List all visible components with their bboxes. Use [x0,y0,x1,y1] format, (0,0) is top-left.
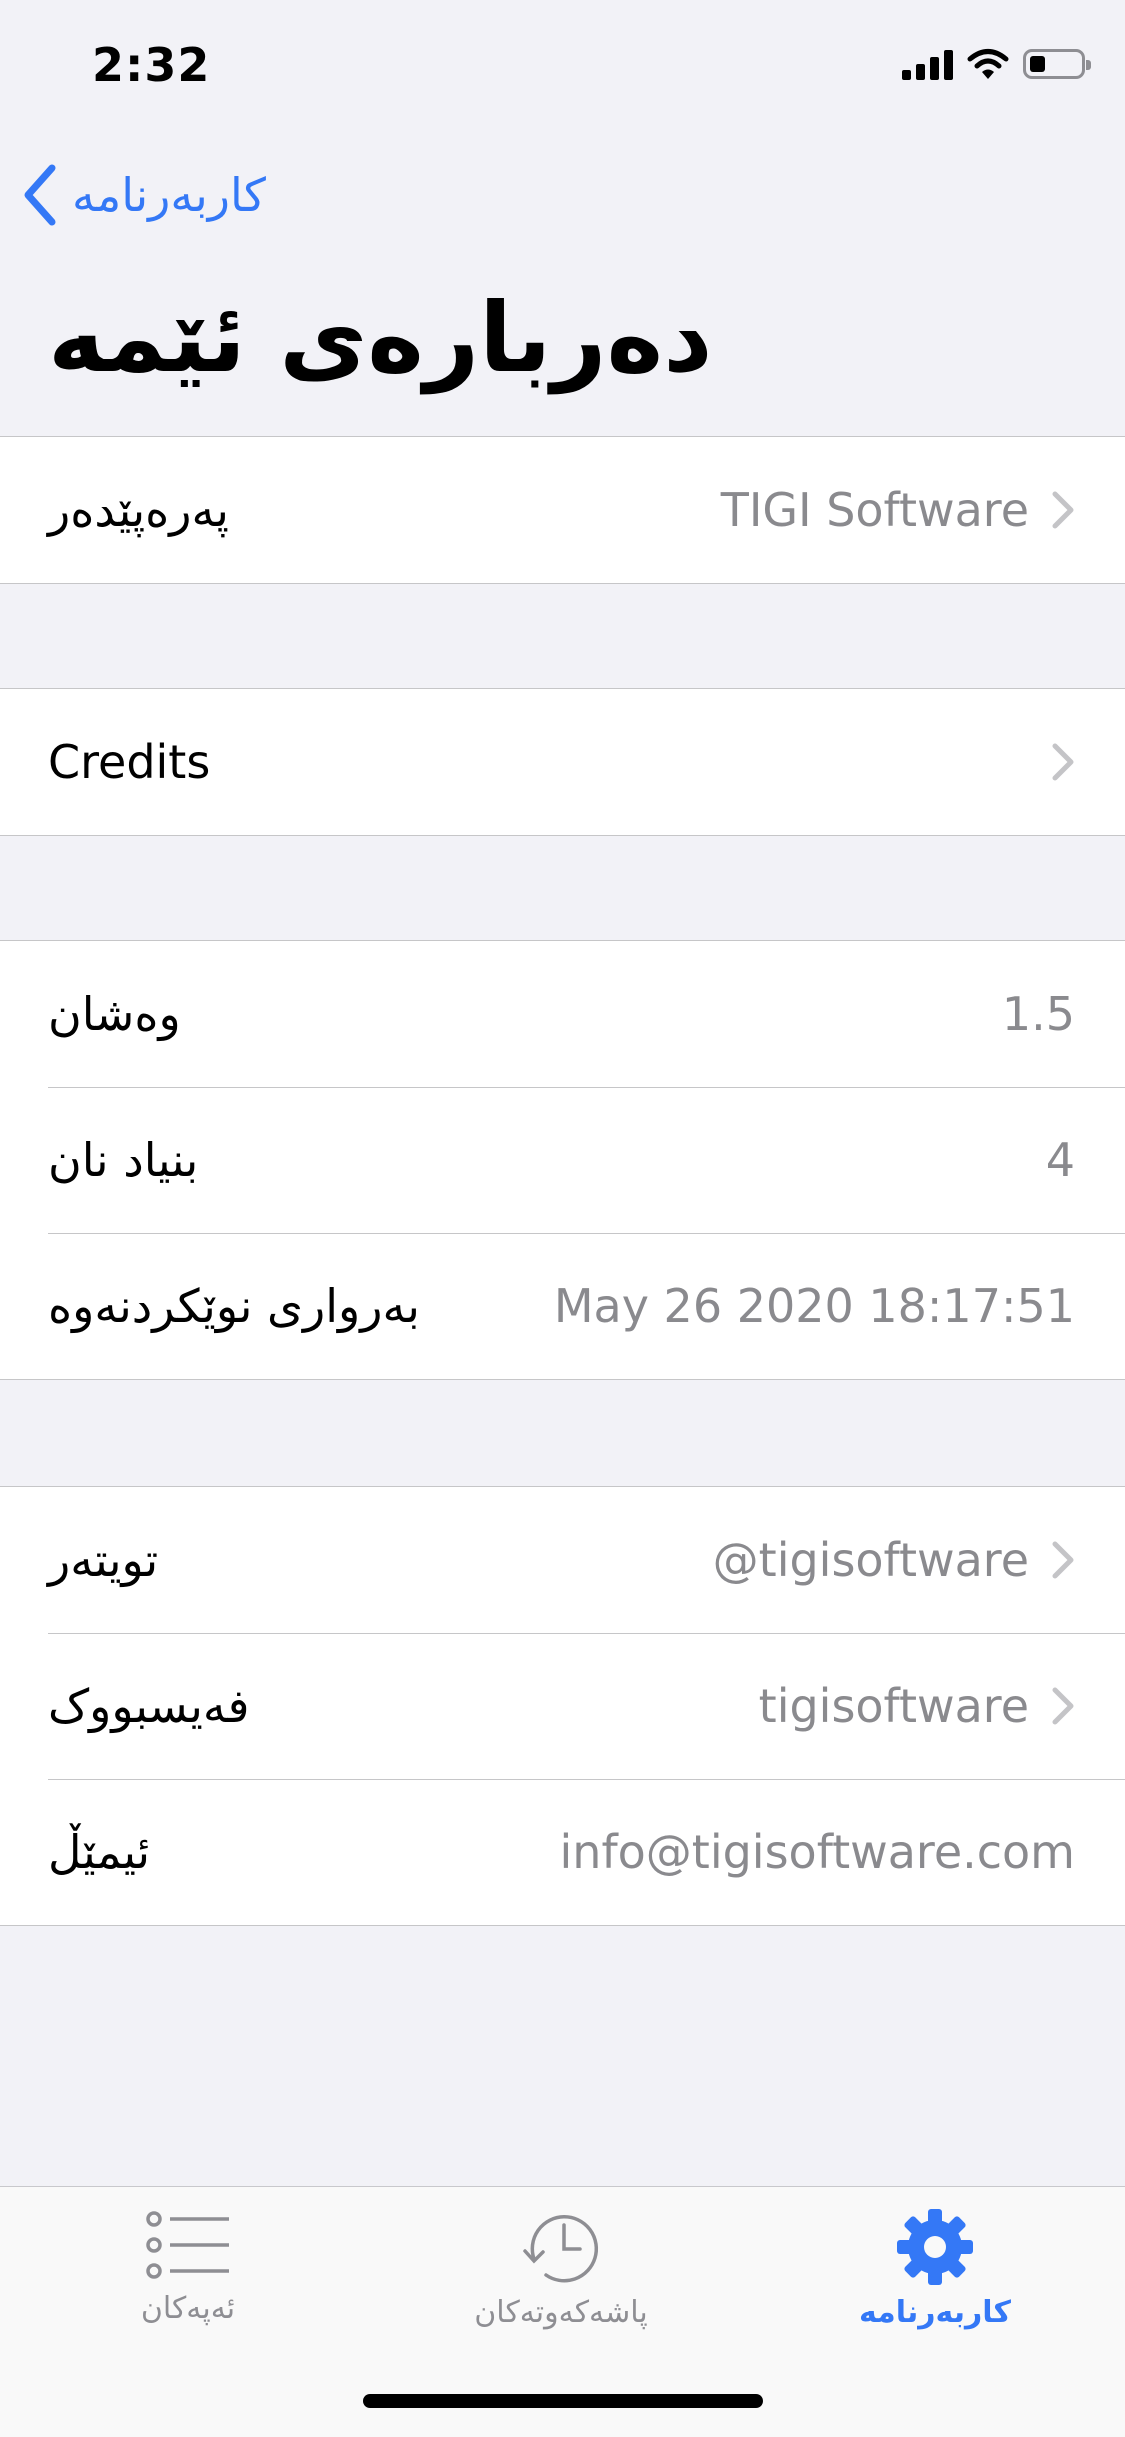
build-value: 4 [1045,1133,1075,1187]
tab-apps-label: ئەپەکان [140,2291,236,2326]
update-date-value: May 26 2020 18:17:51 [553,1279,1075,1333]
tab-saved-label: پاشەکەوتەکان [474,2295,648,2330]
update-date-label: بەرواری نوێکردنەوە [48,1279,420,1333]
developer-label: پەرەپێدەر [48,483,229,537]
version-row: وەشان 1.5 [0,941,1125,1087]
home-indicator [363,2394,763,2408]
history-icon [523,2215,599,2283]
build-row: بنیاد نان 4 [0,1087,1125,1233]
version-section: وەشان 1.5 بنیاد نان 4 بەرواری نوێکردنەوە… [0,940,1125,1380]
chevron-right-icon [1052,491,1074,529]
version-value: 1.5 [1001,987,1075,1041]
twitter-row[interactable]: تویتەر @tigisoftware [0,1487,1125,1633]
cellular-signal-icon [902,48,953,80]
tab-settings[interactable]: کاربەرنامە [785,2207,1085,2330]
facebook-row[interactable]: فەیسبووک tigisoftware [0,1633,1125,1779]
tab-apps[interactable]: ئەپەکان [38,2207,338,2326]
chevron-right-icon [1052,1541,1074,1579]
email-row[interactable]: ئیمێڵ info@tigisoftware.com [0,1779,1125,1925]
credits-label: Credits [48,735,211,789]
twitter-value: @tigisoftware [712,1533,1029,1587]
build-label: بنیاد نان [48,1133,199,1187]
facebook-value: tigisoftware [758,1679,1029,1733]
email-label: ئیمێڵ [48,1825,150,1879]
chevron-right-icon [1052,1687,1074,1725]
back-button[interactable]: کاربەرنامە [22,160,266,230]
list-icon [146,2211,229,2279]
twitter-label: تویتەر [48,1533,159,1587]
page-title: دەربارەی ئێمە [48,282,713,394]
developer-section: پەرەپێدەر TIGI Software [0,436,1125,584]
chevron-left-icon [24,164,56,226]
email-value: info@tigisoftware.com [559,1825,1075,1879]
developer-value: TIGI Software [720,483,1029,537]
facebook-label: فەیسبووک [48,1679,250,1733]
tab-settings-label: کاربەرنامە [858,2295,1011,2330]
update-date-row: بەرواری نوێکردنەوە May 26 2020 18:17:51 [0,1233,1125,1379]
contact-section: تویتەر @tigisoftware فەیسبووک tigisoftwa… [0,1486,1125,1926]
version-label: وەشان [48,987,181,1041]
developer-row[interactable]: پەرەپێدەر TIGI Software [0,437,1125,583]
battery-icon [1023,49,1091,79]
status-time: 2:32 [92,38,211,92]
credits-section: Credits [0,688,1125,836]
gear-icon [897,2209,973,2285]
chevron-right-icon [1052,743,1074,781]
status-icons [902,48,1091,80]
tab-saved[interactable]: پاشەکەوتەکان [411,2207,711,2330]
wifi-icon [967,49,1009,79]
back-button-label: کاربەرنامە [72,168,266,222]
credits-row[interactable]: Credits [0,689,1125,835]
